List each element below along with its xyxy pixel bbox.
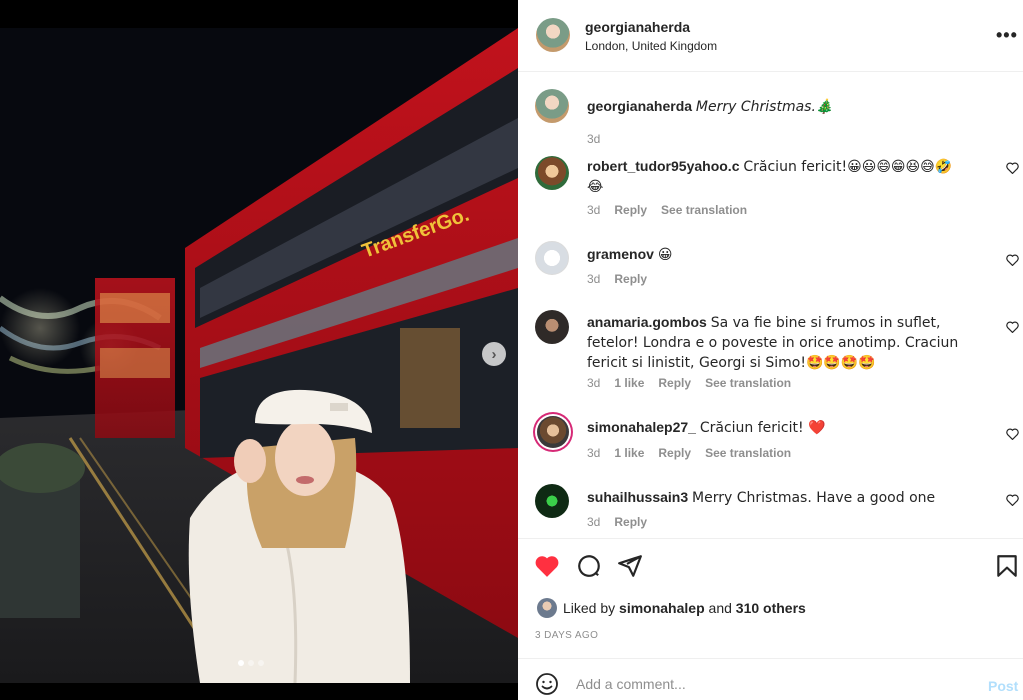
heart-outline-icon[interactable] xyxy=(1006,321,1019,333)
carousel-dot xyxy=(248,660,254,666)
smiley-icon[interactable] xyxy=(535,672,559,696)
comment-meta: 3d 1 like Reply See translation xyxy=(587,446,791,460)
reply-button[interactable]: Reply xyxy=(658,446,691,460)
post-comment-button[interactable]: Post xyxy=(988,678,1018,694)
comment-time: 3d xyxy=(587,203,601,217)
comment-time: 3d xyxy=(587,376,601,390)
comment-text: 😀 xyxy=(657,247,673,263)
liker-username[interactable]: simonahalep xyxy=(619,600,705,616)
heart-filled-icon[interactable] xyxy=(534,553,560,579)
chevron-right-icon: › xyxy=(491,345,497,363)
comment-text-block: simonahalep27_ Crăciun fericit! ❤️ xyxy=(587,418,977,438)
bookmark-icon[interactable] xyxy=(994,553,1020,579)
reply-button[interactable]: Reply xyxy=(614,515,647,529)
author-username[interactable]: georgianaherda xyxy=(585,19,690,35)
comment-text: Merry Christmas. Have a good one xyxy=(692,490,936,506)
comment-text-block: gramenov 😀 xyxy=(587,245,977,265)
comment-likes[interactable]: 1 like xyxy=(614,376,644,390)
more-horizontal-icon[interactable]: ••• xyxy=(996,25,1017,45)
carousel-dot xyxy=(258,660,264,666)
comment-avatar-story[interactable] xyxy=(537,416,569,448)
heart-outline-icon[interactable] xyxy=(1006,162,1019,174)
comment-avatar[interactable] xyxy=(535,310,569,344)
heart-outline-icon[interactable] xyxy=(1006,428,1019,440)
add-comment-bar: Post xyxy=(518,658,1023,700)
post-media: TransferGo. › xyxy=(0,0,518,700)
reply-button[interactable]: Reply xyxy=(614,272,647,286)
carousel-dot xyxy=(238,660,244,666)
carousel-dots xyxy=(238,660,264,666)
comment-username[interactable]: anamaria.gombos xyxy=(587,314,707,330)
comment-likes[interactable]: 1 like xyxy=(614,446,644,460)
comment-text-block: suhailhussain3 Merry Christmas. Have a g… xyxy=(587,488,977,508)
comment-text: Crăciun fericit! ❤️ xyxy=(699,420,826,436)
liker-avatar[interactable] xyxy=(537,598,557,618)
caption-text-block: georgianaherda Merry Christmas.🎄 xyxy=(587,97,977,117)
likes-summary: Liked by simonahalep and 310 others xyxy=(537,598,806,618)
reply-button[interactable]: Reply xyxy=(614,203,647,217)
comments-list: georgianaherda Merry Christmas.🎄 3d robe… xyxy=(518,73,1023,538)
post-photo[interactable]: TransferGo. xyxy=(0,28,518,683)
comment-avatar[interactable] xyxy=(535,484,569,518)
likes-and: and xyxy=(708,600,732,616)
caption-meta: 3d xyxy=(587,132,600,146)
post-header: georgianaherda London, United Kingdom ••… xyxy=(518,0,1023,72)
see-translation-button[interactable]: See translation xyxy=(705,446,791,460)
caption-username[interactable]: georgianaherda xyxy=(587,98,692,114)
paper-plane-icon[interactable] xyxy=(617,553,643,579)
photo-illustration: TransferGo. xyxy=(0,28,518,683)
comment-avatar[interactable] xyxy=(535,241,569,275)
heart-outline-icon[interactable] xyxy=(1006,254,1019,266)
comment-input[interactable] xyxy=(576,671,956,697)
see-translation-button[interactable]: See translation xyxy=(705,376,791,390)
comment-meta: 3d 1 like Reply See translation xyxy=(587,376,791,390)
comment-meta: 3d Reply xyxy=(587,515,647,529)
comment-text-block: robert_tudor95yahoo.c Crăciun fericit!😀😃… xyxy=(587,157,977,197)
comment-time: 3d xyxy=(587,272,601,286)
comment-icon[interactable] xyxy=(576,553,602,579)
see-translation-button[interactable]: See translation xyxy=(661,203,747,217)
likes-others-link[interactable]: 310 others xyxy=(736,600,806,616)
next-photo-button[interactable]: › xyxy=(482,342,506,366)
comment-avatar[interactable] xyxy=(535,156,569,190)
comment-meta: 3d Reply See translation xyxy=(587,203,747,217)
comment-username[interactable]: gramenov xyxy=(587,246,654,262)
comment-meta: 3d Reply xyxy=(587,272,647,286)
caption-time: 3d xyxy=(587,132,601,146)
post-side-panel: georgianaherda London, United Kingdom ••… xyxy=(518,0,1023,700)
likes-prefix: Liked by xyxy=(563,600,616,616)
comment-time: 3d xyxy=(587,446,601,460)
comment-text-block: anamaria.gombos Sa va fie bine si frumos… xyxy=(587,313,987,373)
comment-text: Crăciun fericit!😀😃😄😁😆😅🤣 xyxy=(743,159,953,175)
comment-username[interactable]: suhailhussain3 xyxy=(587,489,688,505)
comment-time: 3d xyxy=(587,515,601,529)
comment-username[interactable]: robert_tudor95yahoo.c xyxy=(587,158,739,174)
post-date: 3 DAYS AGO xyxy=(535,630,599,641)
comment-username[interactable]: simonahalep27_ xyxy=(587,419,696,435)
comment-text-continued: 😂 xyxy=(587,179,604,195)
reply-button[interactable]: Reply xyxy=(658,376,691,390)
post-location[interactable]: London, United Kingdom xyxy=(585,39,717,53)
caption-text: Merry Christmas.🎄 xyxy=(695,99,834,115)
author-avatar[interactable] xyxy=(536,18,570,52)
heart-outline-icon[interactable] xyxy=(1006,494,1019,506)
caption-avatar[interactable] xyxy=(535,89,569,123)
post-actions: Liked by simonahalep and 310 others 3 DA… xyxy=(518,538,1023,658)
